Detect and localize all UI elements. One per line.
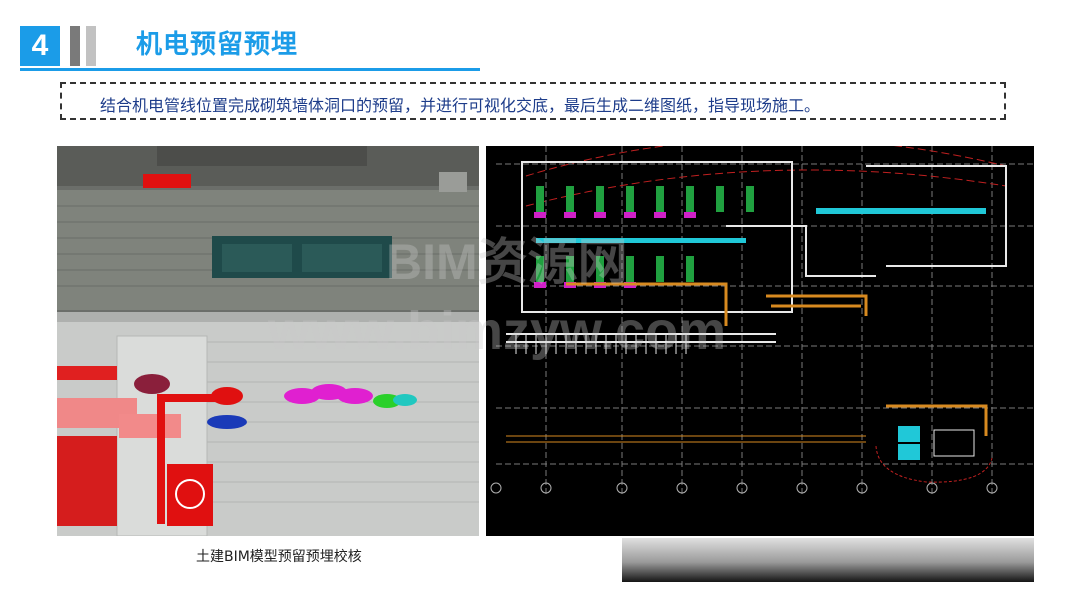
gradient-strip xyxy=(622,538,1034,582)
page-title: 机电预留预埋 xyxy=(136,30,299,60)
cad-2d-drawing-image xyxy=(486,146,1034,536)
decor-bar-light xyxy=(86,26,96,66)
title-underline xyxy=(20,68,480,71)
left-image-caption: 土建BIM模型预留预埋校核 xyxy=(196,549,362,565)
note-text: 结合机电管线位置完成砌筑墙体洞口的预留，并进行可视化交底，最后生成二维图纸，指导… xyxy=(100,96,821,115)
decor-bar-dark xyxy=(70,26,80,66)
bim-3d-model-image xyxy=(57,146,479,536)
section-number-badge: 4 xyxy=(20,26,60,66)
